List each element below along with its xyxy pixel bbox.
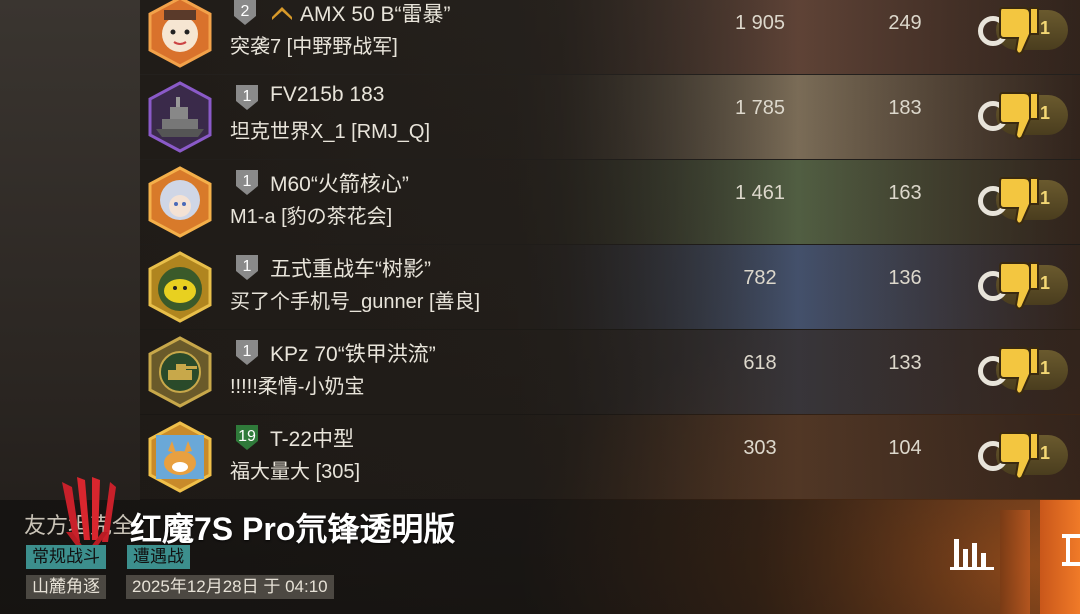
tier-badge: 1 — [232, 338, 262, 366]
dislike-report-button[interactable]: 1 — [976, 253, 1072, 317]
map-name: 山麓角逐 — [26, 575, 106, 599]
tank-name: M60“火箭核心” — [270, 173, 409, 196]
report-count: 1 — [1040, 188, 1051, 208]
dislike-report-button[interactable]: 1 — [976, 168, 1072, 232]
experience-value: 163 — [888, 182, 922, 204]
player-row[interactable]: 1 KPz 70“铁甲洪流” !!!!!柔情-小奶宝 618 133 1 — [140, 330, 1080, 415]
report-count: 1 — [1040, 358, 1051, 378]
report-count: 1 — [1040, 103, 1051, 123]
dislike-report-button[interactable]: 1 — [976, 423, 1072, 487]
report-count: 1 — [1040, 443, 1051, 463]
battle-info-bar: 友方坦克全 红魔7S Pro氘锋透明版 常规战斗 遭遇战 山麓角逐 2025年1… — [0, 477, 1080, 614]
battle-mode-tag: 常规战斗 — [26, 545, 106, 569]
tier-number: 1 — [242, 258, 252, 275]
damage-value: 618 — [743, 352, 777, 374]
player-row[interactable]: 19 T-22中型福大量大 [305] 303 104 1 — [140, 415, 1080, 500]
player-name[interactable]: !!!!!柔情-小奶宝 — [230, 370, 364, 399]
experience-value: 183 — [888, 97, 922, 119]
player-name[interactable]: 坦克世界X_1 [RMJ_Q] — [230, 115, 430, 144]
player-row[interactable]: 1 M60“火箭核心” M1-a [豹の茶花会] 1 461 163 1 — [140, 160, 1080, 245]
damage-value: 1 905 — [734, 12, 786, 34]
tank-name: T-22中型 — [270, 428, 355, 451]
tier-badge: 1 — [232, 168, 262, 196]
anime-girl-avatar[interactable] — [148, 166, 212, 238]
battle-datetime: 2025年12月28日 于 04:10 — [126, 575, 334, 599]
player-row[interactable]: 2 AMX 50 B“雷暴” 突袭7 [中野野战军] 1 905 249 1 — [140, 0, 1080, 75]
tier-badge: 19 — [232, 423, 262, 451]
tier-number: 2 — [240, 3, 250, 20]
thumbs-down-icon — [999, 92, 1039, 140]
tier-badge: 1 — [232, 83, 262, 111]
tier-number: 1 — [242, 88, 252, 105]
tank-emblem-avatar[interactable] — [148, 336, 212, 408]
player-row[interactable]: 1 FV215b 183 坦克世界X_1 [RMJ_Q] 1 785 183 1 — [140, 75, 1080, 160]
tier-number: 1 — [242, 343, 252, 360]
dislike-report-button[interactable]: 1 — [976, 83, 1072, 147]
player-row[interactable]: 1 五式重战车“树影” 买了个手机号_gunner [善良] 782 136 1 — [140, 245, 1080, 330]
player-name[interactable]: M1-a [豹の茶花会] — [230, 200, 392, 229]
experience-value: 104 — [888, 437, 922, 459]
player-name[interactable]: 突袭7 [中野野战军] — [230, 30, 398, 59]
tier-badge: 1 — [232, 253, 262, 281]
tier-badge: 2 — [230, 0, 260, 26]
fox-cartoon-avatar[interactable] — [148, 421, 212, 493]
thumbs-down-icon — [999, 432, 1039, 480]
thumbs-down-icon — [999, 7, 1039, 55]
experience-value: 249 — [888, 12, 922, 34]
thumbs-down-icon — [999, 262, 1039, 310]
thumbs-down-icon — [999, 347, 1039, 395]
tier-number: 19 — [238, 428, 256, 445]
battleship-avatar[interactable] — [148, 81, 212, 153]
thumbs-down-icon — [999, 177, 1039, 225]
damage-value: 1 461 — [734, 182, 786, 204]
battle-type-tag: 遭遇战 — [127, 545, 190, 569]
tank-name: KPz 70“铁甲洪流” — [270, 343, 436, 366]
experience-value: 136 — [888, 267, 922, 289]
cartoon-face-avatar[interactable] — [148, 0, 212, 68]
dislike-report-button[interactable]: 1 — [976, 338, 1072, 402]
tier-number: 1 — [242, 173, 252, 190]
device-watermark: 红魔7S Pro氘锋透明版 — [130, 511, 456, 547]
tank-name: FV215b 183 — [270, 83, 385, 106]
report-count: 1 — [1040, 273, 1051, 293]
dislike-report-button[interactable]: 1 — [976, 0, 1072, 62]
tank-name: AMX 50 B“雷暴” — [300, 3, 451, 26]
stats-chart-icon[interactable] — [950, 535, 994, 571]
chevron-rank-icon — [272, 7, 292, 20]
damage-value: 303 — [743, 437, 777, 459]
player-name[interactable]: 买了个手机号_gunner [善良] — [230, 285, 480, 314]
player-name[interactable]: 福大量大 [305] — [230, 455, 360, 484]
damage-value: 782 — [743, 267, 777, 289]
report-count: 1 — [1040, 18, 1051, 38]
damage-value: 1 785 — [734, 97, 786, 119]
side-menu-icon[interactable] — [1058, 530, 1080, 570]
tank-name: 五式重战车“树影” — [270, 258, 431, 281]
yellow-creature-avatar[interactable] — [148, 251, 212, 323]
experience-value: 133 — [888, 352, 922, 374]
